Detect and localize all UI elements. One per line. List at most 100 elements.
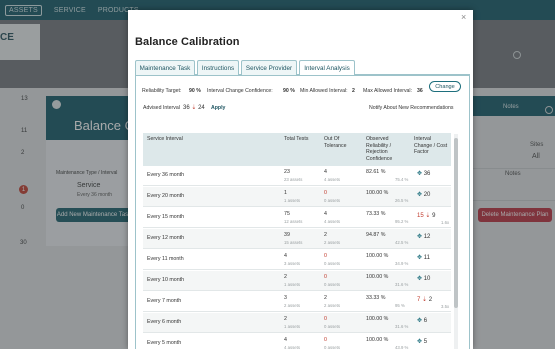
row-interval: Every 7 month — [147, 298, 182, 304]
dialog-title: Balance Calibration — [135, 36, 240, 48]
current-interval: 5 — [423, 339, 428, 345]
row-rejection-confidence: 95 % — [395, 303, 405, 308]
tab-service-provider[interactable]: Service Provider — [241, 60, 297, 75]
row-observed-reliability: 100.00 % — [366, 253, 389, 259]
tab-instructions[interactable]: Instructions — [197, 60, 239, 75]
row-interval: Every 10 month — [147, 277, 185, 283]
row-total-tests: 1 — [284, 190, 287, 196]
row-observed-reliability: 100.00 % — [366, 316, 389, 322]
interval-change-label: Interval Change Confidence: — [207, 88, 273, 94]
row-out-of-tolerance: 2 — [324, 232, 327, 238]
column-total-tests: Total Tests — [284, 136, 309, 142]
row-interval: Every 5 month — [147, 340, 182, 346]
row-interval-change: ✥ 20 — [417, 191, 430, 198]
current-interval: 36 — [423, 171, 431, 177]
row-rejection-confidence: 34.9 % — [395, 261, 409, 266]
row-interval: Every 11 month — [147, 256, 184, 262]
notify-recommendations-option[interactable]: Notify About New Recommendations — [369, 105, 453, 111]
current-interval: 6 — [423, 318, 428, 324]
row-tested-assets: 1 assets — [284, 324, 301, 329]
max-interval-label: Max Allowed Interval: — [363, 88, 413, 94]
row-observed-reliability: 94.87 % — [366, 232, 386, 238]
new-interval: 2 — [428, 297, 433, 303]
balance-calibration-dialog: × Balance Calibration Maintenance Task I… — [128, 10, 473, 349]
table-row[interactable]: Every 36 month 23 23 assets 4 4 assets 82.61 … — [143, 166, 451, 186]
table-row[interactable]: Every 20 month 1 1 assets 0 0 assets 100.00 %… — [143, 187, 451, 207]
min-interval-label: Min Allowed Interval: — [300, 88, 348, 94]
steady-arrows-icon: ✥ — [417, 339, 424, 345]
reliability-target-value: 90 % — [189, 88, 201, 94]
row-oot-assets: 4 assets — [324, 177, 341, 182]
row-oot-assets: 0 assets — [324, 324, 341, 329]
column-out-of-tolerance: Out Of Tolerance — [324, 136, 347, 149]
row-total-tests: 75 — [284, 211, 290, 217]
row-total-tests: 4 — [284, 337, 287, 343]
scrollbar-thumb[interactable] — [454, 138, 458, 308]
new-interval: 9 — [432, 213, 436, 219]
row-interval-change: 7 ⇣ 2 — [417, 296, 432, 303]
table-scrollbar[interactable] — [454, 134, 458, 349]
row-out-of-tolerance: 0 — [324, 316, 327, 322]
min-interval-value: 2 — [352, 88, 355, 94]
row-tested-assets: 23 assets — [284, 177, 303, 182]
row-interval-change: ✥ 10 — [417, 275, 430, 282]
row-oot-assets: 0 assets — [324, 282, 341, 287]
row-interval-change: ✥ 6 — [417, 317, 427, 324]
table-row[interactable]: Every 5 month 4 4 assets 0 0 assets 100.00 % 4… — [143, 334, 451, 349]
advised-interval-label: Advised Interval — [143, 105, 180, 111]
advised-to: 24 — [198, 105, 205, 111]
current-interval: 12 — [423, 234, 431, 240]
current-interval: 15 — [417, 213, 424, 219]
change-button[interactable]: Change — [429, 81, 461, 92]
steady-arrows-icon: ✥ — [417, 192, 424, 198]
row-rejection-confidence: 31.6 % — [395, 282, 409, 287]
table-row[interactable]: Every 6 month 2 1 assets 0 0 assets 100.00 % 3… — [143, 313, 451, 333]
decrease-arrow-icon: ⇣ — [423, 213, 433, 219]
row-oot-assets: 2 assets — [324, 303, 341, 308]
apply-button[interactable]: Apply — [211, 105, 225, 111]
row-interval: Every 6 month — [147, 319, 182, 325]
row-interval-change: ✥ 36 — [417, 170, 430, 177]
decrease-arrow-icon: ⇣ — [420, 297, 429, 303]
row-observed-reliability: 100.00 % — [366, 190, 389, 196]
tab-bar: Maintenance Task Instructions Service Pr… — [135, 60, 470, 76]
row-total-tests: 23 — [284, 169, 290, 175]
row-out-of-tolerance: 0 — [324, 337, 327, 343]
row-interval-change: 15 ⇣ 9 — [417, 212, 435, 219]
table-row[interactable]: Every 10 month 2 1 assets 0 0 assets 100.00 %… — [143, 271, 451, 291]
row-total-tests: 2 — [284, 316, 287, 322]
table-row[interactable]: Every 11 month 4 3 assets 0 0 assets 100.00 %… — [143, 250, 451, 270]
table-row[interactable]: Every 7 month 3 2 assets 2 2 assets 33.33 % 95… — [143, 292, 451, 312]
row-oot-assets: 0 assets — [324, 198, 341, 203]
row-rejection-confidence: 75.4 % — [395, 177, 409, 182]
row-oot-assets: 2 assets — [324, 240, 341, 245]
row-cost-factor: 1.6x — [441, 220, 450, 225]
row-tested-assets: 12 assets — [284, 219, 303, 224]
row-rejection-confidence: 31.6 % — [395, 324, 409, 329]
row-tested-assets: 4 assets — [284, 345, 301, 349]
tab-maintenance-task[interactable]: Maintenance Task — [135, 60, 195, 75]
advised-interval-value: 36 ⇣ 24 — [183, 104, 205, 111]
row-tested-assets: 1 assets — [284, 198, 301, 203]
row-observed-reliability: 100.00 % — [366, 274, 389, 280]
steady-arrows-icon: ✥ — [417, 276, 424, 282]
row-rejection-confidence: 43.9 % — [395, 345, 409, 349]
column-interval-change: Interval Change / Cost Factor — [414, 136, 448, 155]
close-icon[interactable]: × — [461, 12, 466, 22]
row-observed-reliability: 73.33 % — [366, 211, 386, 217]
row-out-of-tolerance: 2 — [324, 295, 327, 301]
row-out-of-tolerance: 0 — [324, 253, 327, 259]
row-out-of-tolerance: 4 — [324, 211, 327, 217]
row-rejection-confidence: 26.5 % — [395, 198, 409, 203]
row-total-tests: 39 — [284, 232, 290, 238]
reliability-target-label: Reliability Target: — [142, 88, 182, 94]
current-interval: 11 — [423, 255, 430, 261]
advised-from: 36 — [183, 105, 190, 111]
row-out-of-tolerance: 0 — [324, 274, 327, 280]
table-row[interactable]: Every 15 month 75 12 assets 4 4 assets 73.33 … — [143, 208, 451, 228]
steady-arrows-icon: ✥ — [417, 171, 424, 177]
tab-interval-analysis[interactable]: Interval Analysis — [299, 60, 355, 76]
table-row[interactable]: Every 12 month 39 15 assets 2 2 assets 94.87 … — [143, 229, 451, 249]
row-tested-assets: 15 assets — [284, 240, 303, 245]
row-total-tests: 2 — [284, 274, 287, 280]
